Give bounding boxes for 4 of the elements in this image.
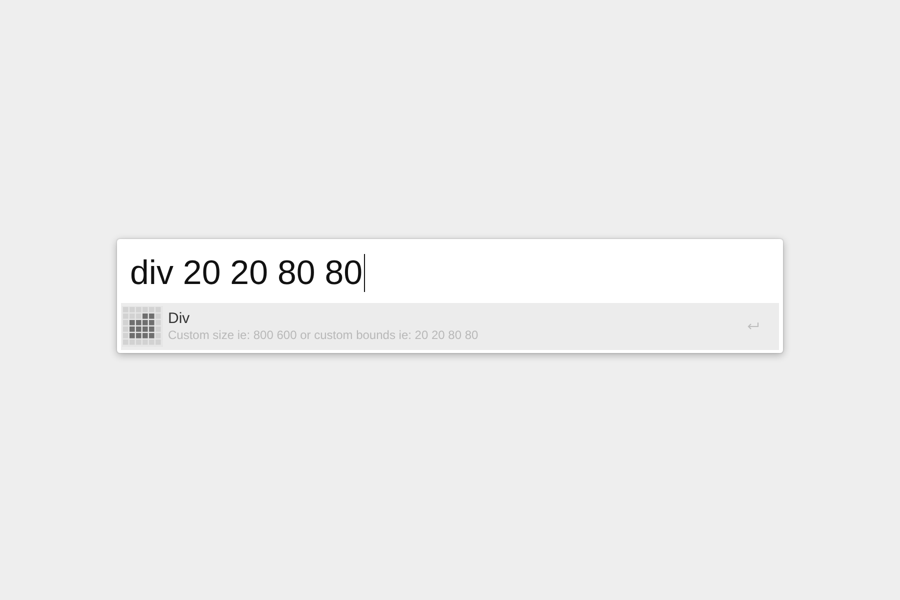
grid-icon [122,306,163,347]
result-title: Div [168,310,190,328]
command-input[interactable]: div 20 20 80 80 [121,239,779,303]
return-key-icon [747,322,759,331]
